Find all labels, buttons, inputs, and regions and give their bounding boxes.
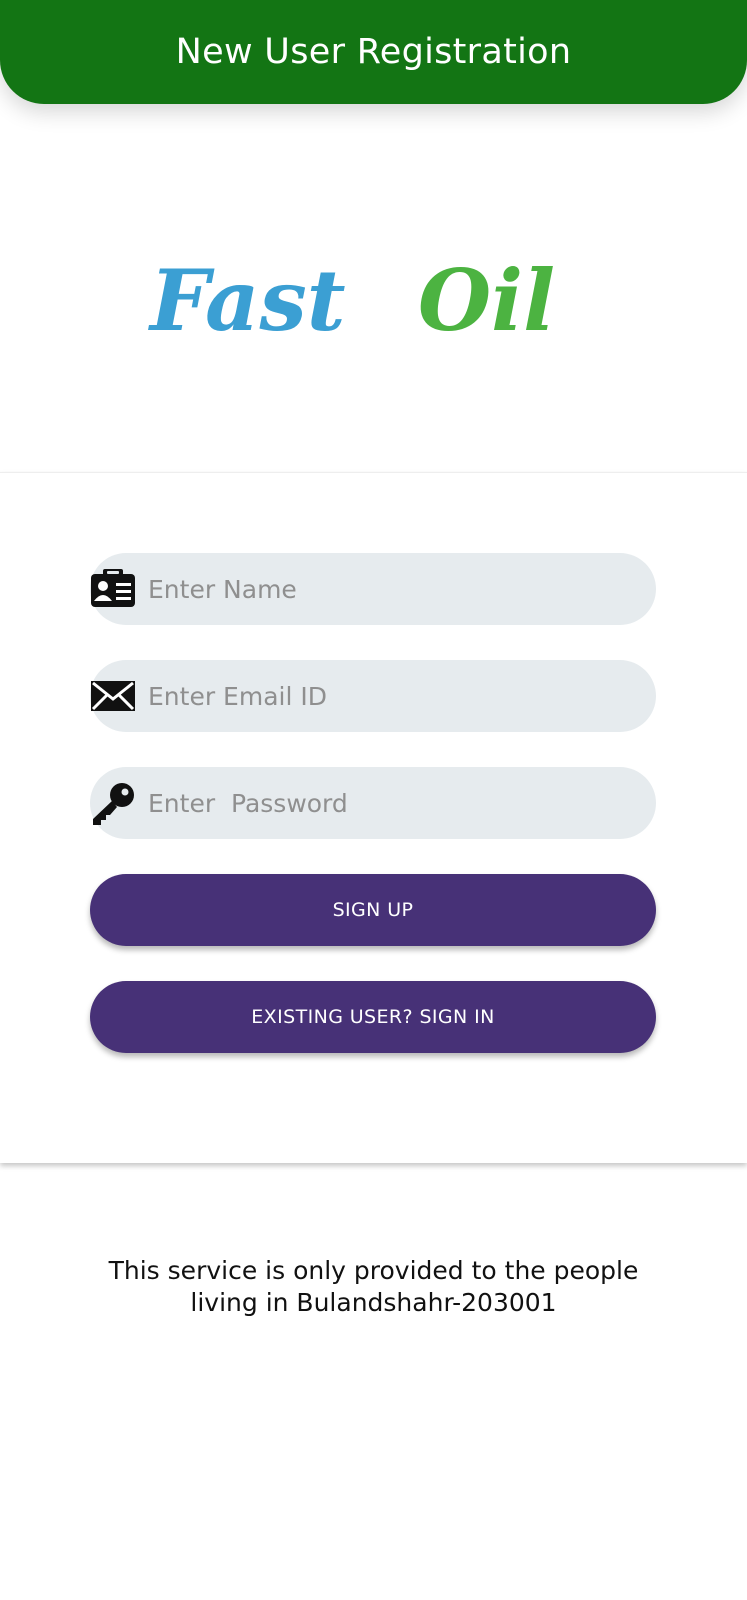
fastoil-logo: Fast Oil [148, 254, 555, 350]
service-area-notice-line2: living in Bulandshahr-203001 [190, 1288, 557, 1317]
sign-up-button[interactable]: SIGN UP [90, 874, 656, 946]
page-title: New User Registration [175, 32, 572, 72]
email-field[interactable] [90, 660, 656, 732]
logo-text-oil: Oil [418, 254, 555, 350]
email-input[interactable] [148, 660, 628, 732]
password-field[interactable] [90, 767, 656, 839]
existing-user-sign-in-button[interactable]: EXISTING USER? SIGN IN [90, 981, 656, 1053]
registration-form-card: SIGN UP EXISTING USER? SIGN IN [0, 472, 747, 1163]
service-area-notice-line1: This service is only provided to the peo… [108, 1256, 639, 1285]
name-input[interactable] [148, 553, 628, 625]
app-bar: New User Registration [0, 0, 747, 104]
password-input[interactable] [148, 767, 628, 839]
registration-screen: New User Registration Fast Oil Enter Nam… [0, 0, 747, 1600]
key-icon [90, 781, 136, 825]
logo-text-fast: Fast [148, 254, 346, 350]
envelope-icon [90, 674, 136, 718]
logo-area: Fast Oil [0, 104, 747, 472]
name-field[interactable] [90, 553, 656, 625]
contact-card-icon [90, 567, 136, 611]
service-area-notice: This service is only provided to the peo… [60, 1255, 687, 1319]
